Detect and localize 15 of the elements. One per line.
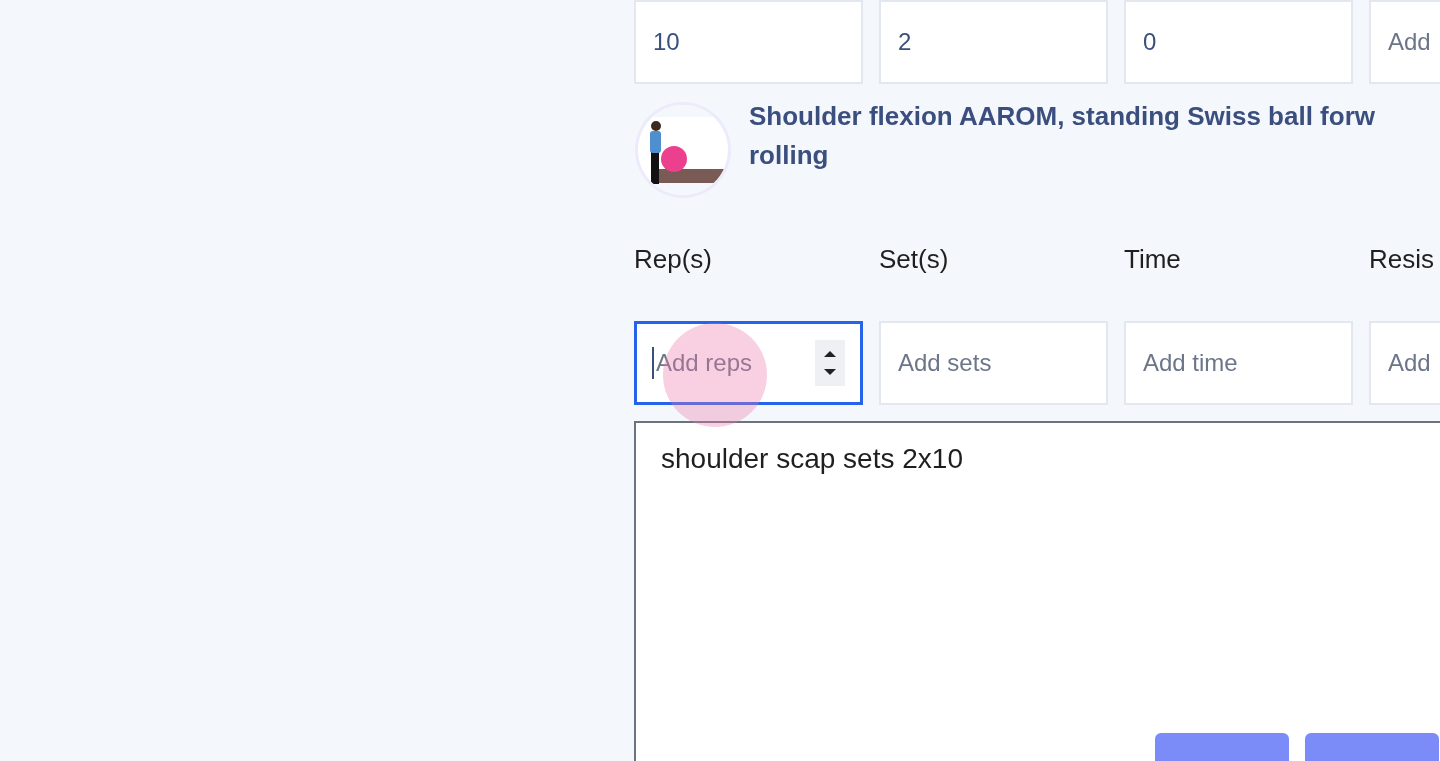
- input-field[interactable]: Add reps: [634, 321, 863, 405]
- input-field[interactable]: 10: [634, 0, 863, 84]
- input-field[interactable]: 0: [1124, 0, 1353, 84]
- text-cursor: [652, 347, 654, 379]
- action-button[interactable]: [1305, 733, 1439, 761]
- input-field[interactable]: 2: [879, 0, 1108, 84]
- notes-field[interactable]: shoulder scap sets 2x10: [634, 421, 1440, 761]
- spinner-icon[interactable]: [815, 340, 845, 386]
- column-label: Rep(s): [634, 244, 713, 276]
- exercise-title: Shoulder flexion AAROM, standing Swiss ball forw rolling: [749, 100, 1375, 172]
- column-label: Set(s): [879, 244, 950, 276]
- notes-text: shoulder scap sets 2x10: [661, 443, 964, 475]
- column-label: Time: [1124, 244, 1182, 276]
- action-button[interactable]: [1155, 733, 1289, 761]
- column-label: Resis: [1369, 244, 1434, 276]
